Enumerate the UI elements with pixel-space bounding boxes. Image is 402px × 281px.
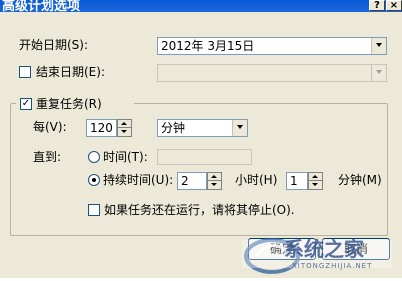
chevron-down-icon[interactable]: [371, 38, 386, 54]
duration-radio[interactable]: [88, 174, 100, 186]
spin-down-icon[interactable]: [309, 181, 322, 189]
every-unit-value: 分钟: [161, 121, 186, 135]
dialog-window: 高级计划选项 ? × 开始日期(S): 2012年 3月15日 结束日期(E):…: [0, 0, 402, 278]
end-date-checkbox[interactable]: [19, 66, 31, 78]
hours-spinner[interactable]: [207, 172, 222, 190]
repeat-task-checkbox[interactable]: ✓: [20, 98, 32, 110]
title-bar[interactable]: 高级计划选项 ? ×: [0, 0, 402, 12]
watermark-url: XITONGZHIJIA.NET: [292, 262, 373, 270]
every-unit-select[interactable]: 分钟: [157, 119, 248, 137]
every-value: 120: [90, 121, 113, 135]
every-spinner[interactable]: [117, 119, 132, 137]
repeat-group-header: ✓ 重复任务(R): [16, 96, 134, 112]
spin-down-icon[interactable]: [208, 181, 221, 189]
chevron-down-icon[interactable]: [232, 120, 247, 136]
time-radio[interactable]: [88, 151, 100, 163]
spin-down-icon[interactable]: [118, 128, 131, 136]
start-date-picker[interactable]: 2012年 3月15日: [157, 37, 387, 55]
minutes-spinner[interactable]: [308, 172, 323, 190]
stop-if-running-checkbox[interactable]: [88, 204, 100, 216]
stop-if-running-label: 如果任务还在运行，请将其停止(O).: [104, 203, 295, 217]
hours-label: 小时(H): [235, 173, 278, 187]
hours-value: 2: [181, 174, 189, 188]
duration-label: 持续时间(U):: [103, 173, 174, 187]
end-date-picker[interactable]: [157, 64, 387, 82]
every-label: 每(V):: [33, 120, 67, 134]
spin-up-icon[interactable]: [208, 173, 221, 181]
minutes-value: 1: [290, 174, 298, 188]
repeat-task-label: 重复任务(R): [36, 97, 102, 111]
minutes-label: 分钟(M): [338, 173, 382, 187]
help-button[interactable]: ?: [369, 0, 385, 11]
spin-up-icon[interactable]: [309, 173, 322, 181]
watermark: 系统之家 XITONGZHIJIA.NET: [232, 226, 402, 278]
start-date-value: 2012年 3月15日: [161, 39, 255, 53]
hours-input[interactable]: 2: [177, 172, 207, 190]
start-date-label: 开始日期(S):: [19, 38, 89, 52]
time-label: 时间(T):: [103, 150, 148, 164]
until-label: 直到:: [33, 150, 62, 164]
minutes-input[interactable]: 1: [286, 172, 308, 190]
window-title: 高级计划选项: [2, 0, 81, 12]
end-date-label: 结束日期(E):: [36, 65, 105, 79]
close-button[interactable]: ×: [386, 0, 402, 11]
watermark-brand: 系统之家: [284, 237, 364, 261]
chevron-down-icon: [371, 65, 386, 81]
time-input[interactable]: [157, 149, 252, 165]
spin-up-icon[interactable]: [118, 120, 131, 128]
every-input[interactable]: 120: [86, 119, 117, 137]
